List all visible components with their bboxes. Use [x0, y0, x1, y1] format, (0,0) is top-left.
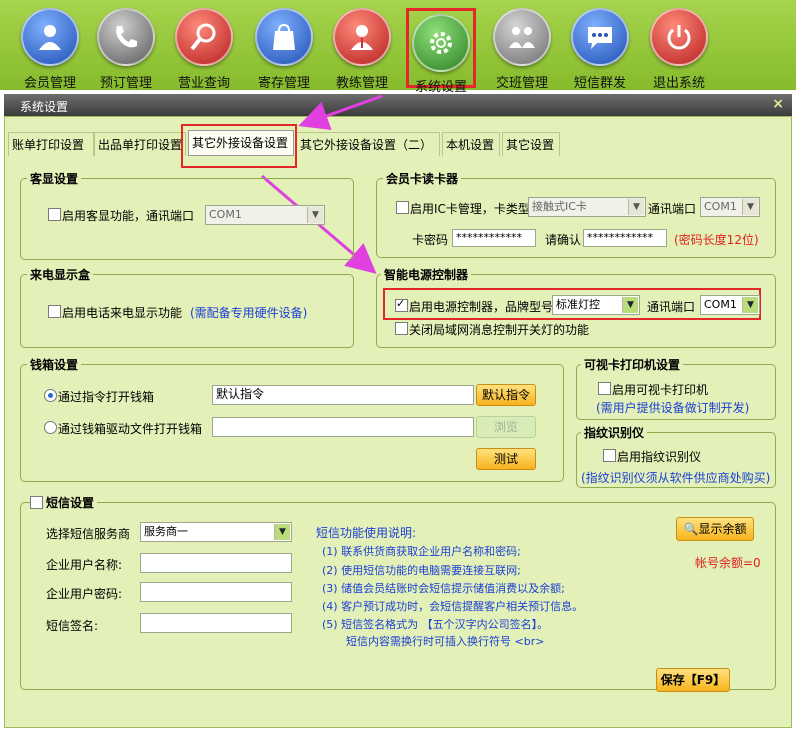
sms-help-line: (1) 联系供货商获取企业用户名称和密码; [322, 545, 521, 558]
customer-display-checkbox[interactable] [48, 208, 61, 221]
fingerprint-checkbox[interactable] [603, 449, 616, 462]
card-confirm-field[interactable]: ************ [583, 229, 667, 247]
lan-control-checkbox[interactable] [395, 322, 408, 335]
chevron-down-icon: ▼ [742, 297, 758, 313]
save-button[interactable]: 保存【F9】 [656, 668, 730, 692]
sms-help-line: (2) 使用短信功能的电脑需要连接互联网; [322, 564, 521, 577]
sms-help-line: (4) 客户预订成功时，会短信提醒客户相关预订信息。 [322, 600, 584, 613]
fingerprint-title: 指纹识别仪 [581, 424, 648, 441]
chevron-down-icon: ▼ [622, 297, 638, 313]
sms-provider-select[interactable]: 服务商一 ▼ [140, 522, 292, 542]
chevron-down-icon: ▼ [742, 199, 758, 215]
visual-card-printer-checkbox[interactable] [598, 382, 611, 395]
sms-provider-value: 服务商一 [144, 525, 188, 538]
power-controller-checkbox[interactable] [395, 297, 408, 312]
sms-help-line: 短信内容需换行时可插入换行符号 <br> [346, 635, 545, 648]
card-port-value: COM1 [704, 200, 737, 213]
card-port-select[interactable]: COM1 ▼ [700, 197, 760, 217]
card-reader-title: 会员卡读卡器 [383, 170, 462, 187]
chevron-down-icon: ▼ [628, 199, 644, 215]
card-password-field[interactable]: ************ [452, 229, 536, 247]
chevron-down-icon: ▼ [307, 207, 323, 223]
driver-file-radio[interactable] [44, 421, 57, 434]
card-password-label: 卡密码 [412, 233, 449, 247]
caller-id-title: 来电显示盒 [27, 266, 94, 283]
driver-file-input[interactable] [212, 417, 474, 437]
command-input[interactable]: 默认指令 [212, 385, 474, 405]
power-model-select[interactable]: 标准灯控 ▼ [552, 295, 640, 315]
default-command-button[interactable]: 默认指令 [476, 384, 536, 406]
browse-button[interactable]: 浏览 [476, 416, 536, 438]
fingerprint-note: (指纹识别仪须从软件供应商处购买) [581, 471, 771, 485]
cash-drawer-title: 钱箱设置 [27, 356, 82, 373]
card-port-label: 通讯端口 [648, 202, 697, 216]
customer-display-title: 客显设置 [27, 170, 82, 187]
search-icon: 🔍 [683, 522, 699, 536]
power-model-value: 标准灯控 [556, 298, 600, 311]
chevron-down-icon: ▼ [274, 524, 290, 540]
sms-signature-field[interactable] [140, 613, 292, 633]
command-radio-label: 通过指令打开钱箱 [58, 390, 155, 404]
sms-user-field[interactable] [140, 553, 292, 573]
balance-text: 帐号余额=0 [695, 556, 761, 570]
fingerprint-label: 启用指纹识别仪 [617, 450, 702, 464]
lan-control-label: 关闭局域网消息控制开关灯的功能 [409, 323, 590, 337]
command-radio[interactable] [44, 389, 57, 402]
sms-signature-label: 短信签名: [46, 619, 99, 633]
sms-provider-label: 选择短信服务商 [46, 527, 131, 541]
power-port-select[interactable]: COM1 ▼ [700, 295, 760, 315]
arrow-to-tab [298, 94, 383, 131]
card-type-select[interactable]: 接触式IC卡 ▼ [528, 197, 646, 217]
card-type-value: 接触式IC卡 [532, 200, 587, 213]
power-port-value: COM1 [704, 298, 737, 311]
sms-user-label: 企业用户名称: [46, 558, 123, 572]
sms-password-label: 企业用户密码: [46, 587, 123, 601]
power-controller-label: 启用电源控制器，品牌型号 [409, 300, 554, 314]
sms-password-field[interactable] [140, 582, 292, 602]
visual-card-printer-note: (需用户提供设备做订制开发) [596, 401, 750, 415]
caller-id-label: 启用电话来电显示功能 [62, 306, 183, 320]
customer-display-label: 启用客显功能，通讯端口 [62, 209, 195, 223]
sms-help-line: (3) 储值会员结账时会短信提示储值消费以及余额; [322, 582, 565, 595]
visual-card-printer-label: 启用可视卡打印机 [612, 383, 709, 397]
sms-help-line: (5) 短信签名格式为 【五个汉字内公司签名】。 [322, 618, 549, 631]
sms-help-title: 短信功能使用说明: [316, 526, 417, 540]
visual-card-printer-title: 可视卡打印机设置 [581, 356, 684, 373]
driver-file-radio-label: 通过钱箱驱动文件打开钱箱 [58, 422, 203, 436]
password-length-note: (密码长度12位) [674, 233, 759, 247]
power-controller-title: 智能电源控制器 [381, 266, 472, 283]
show-balance-label: 显示余额 [698, 522, 747, 536]
show-balance-button[interactable]: 🔍显示余额 [676, 517, 754, 541]
caller-id-note: (需配备专用硬件设备) [190, 306, 308, 320]
caller-id-checkbox[interactable] [48, 305, 61, 318]
port-value: COM1 [209, 208, 242, 221]
sms-title: 短信设置 [43, 494, 98, 511]
test-button[interactable]: 测试 [476, 448, 536, 470]
customer-display-port-select[interactable]: COM1 ▼ [205, 205, 325, 225]
card-confirm-label: 请确认 [545, 233, 582, 247]
ic-card-checkbox[interactable] [396, 201, 409, 214]
sms-enable-checkbox[interactable] [30, 496, 43, 509]
power-port-label: 通讯端口 [647, 300, 696, 314]
ic-card-label: 启用IC卡管理，卡类型 [410, 202, 530, 216]
